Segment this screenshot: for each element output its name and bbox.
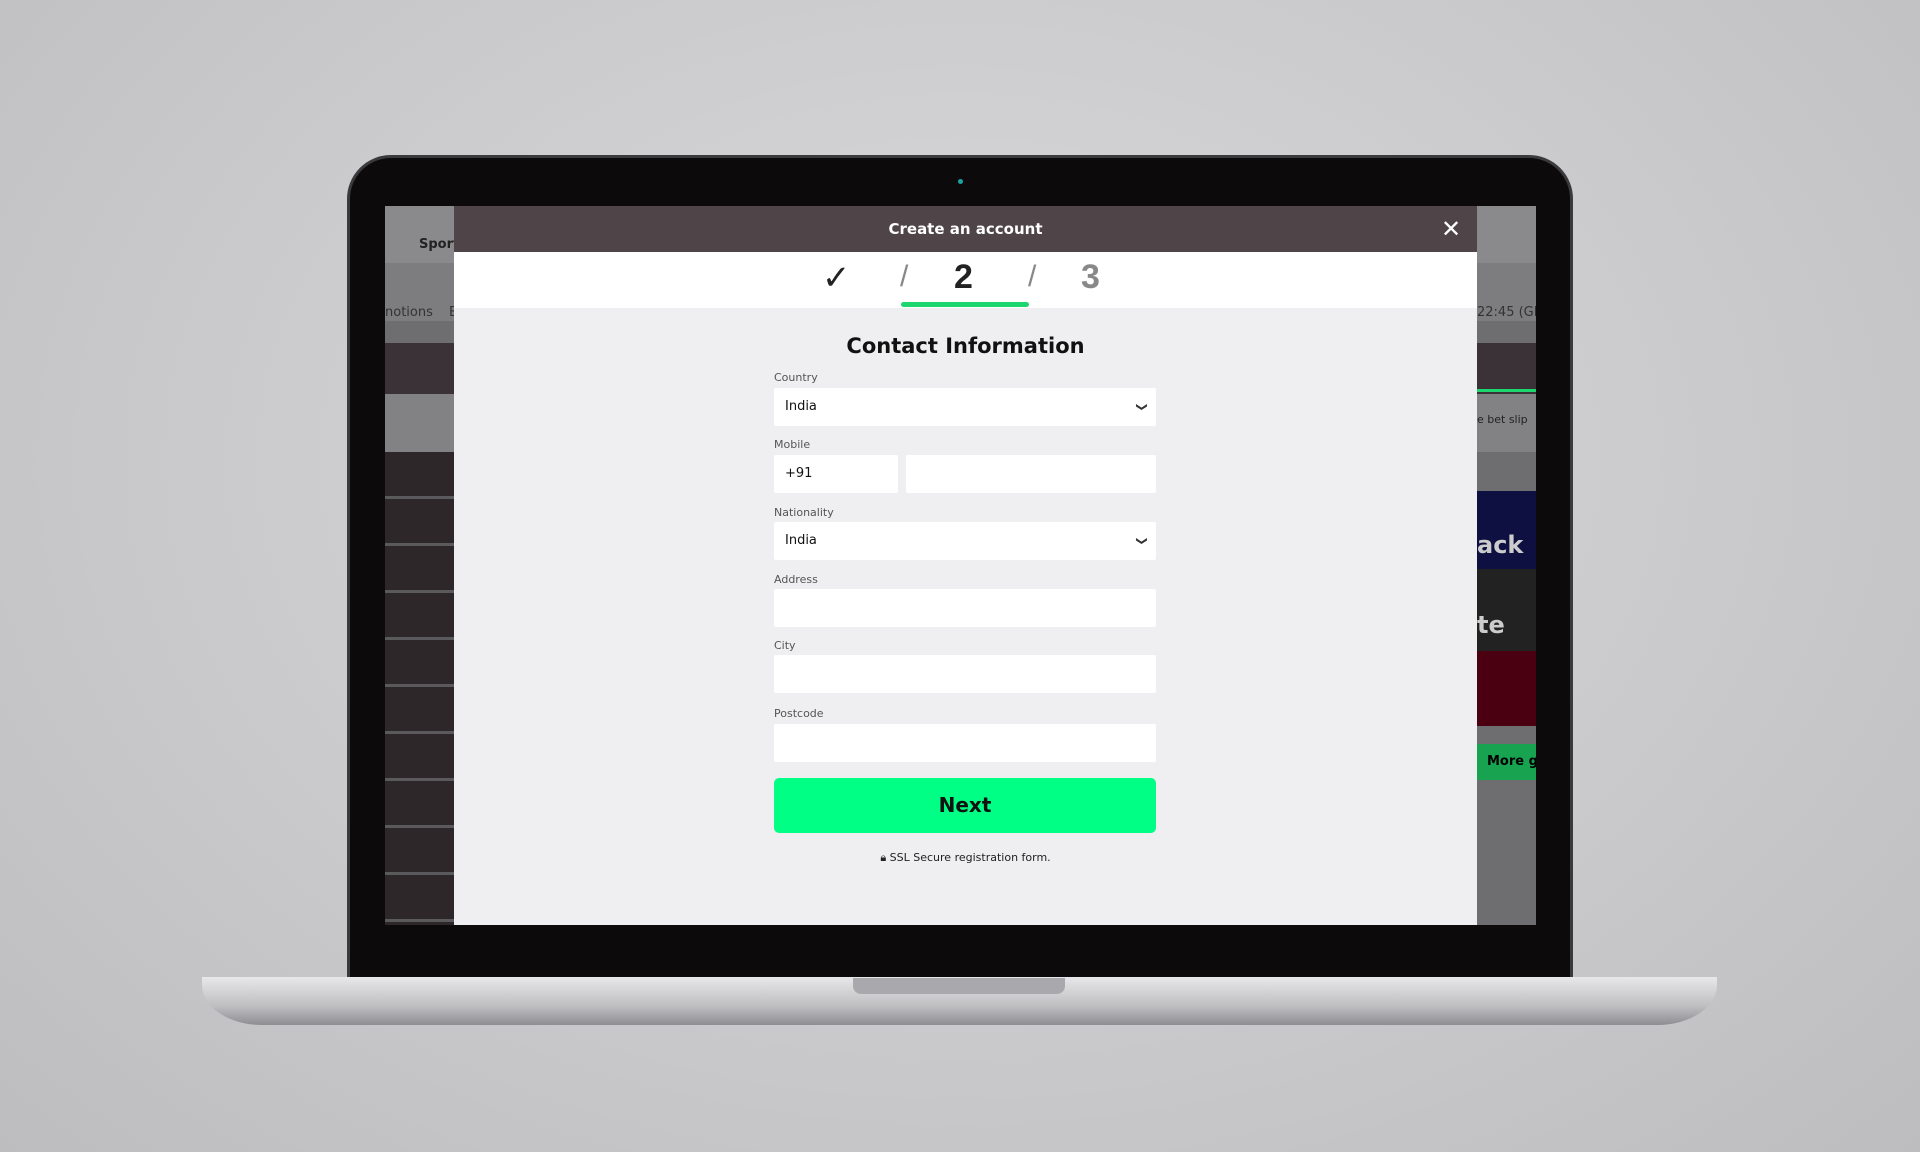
modal-title: Create an account [888, 220, 1043, 238]
site-banner-text-2: te [1477, 611, 1505, 639]
step-1-check-icon: ✓ [822, 259, 851, 297]
site-tab-indicator [1477, 389, 1536, 392]
site-banner-red[interactable] [1477, 651, 1536, 726]
step-separator: / [1028, 260, 1037, 293]
mobile-code-field[interactable]: +91 [774, 455, 898, 493]
site-bet-slip: e bet slip [1477, 413, 1528, 426]
postcode-label: Postcode [774, 707, 824, 720]
nationality-value: India [785, 533, 817, 548]
step-2: 2 [954, 258, 973, 296]
nationality-select[interactable]: India ❯ [774, 522, 1156, 560]
step-separator: / [900, 260, 909, 293]
section-title: Contact Information [846, 334, 1085, 358]
active-step-underline [901, 302, 1029, 307]
chevron-down-icon: ❯ [1135, 402, 1149, 412]
mobile-label: Mobile [774, 438, 811, 451]
close-icon[interactable]: ✕ [1437, 215, 1465, 243]
site-banner-text-1: ack [1477, 531, 1524, 559]
step-3: 3 [1081, 258, 1100, 296]
country-select[interactable]: India ❯ [774, 388, 1156, 426]
address-label: Address [774, 573, 818, 586]
create-account-modal: Create an account ✕ ✓ / 2 / 3 Contact In… [454, 206, 1477, 925]
city-input[interactable] [774, 655, 1156, 693]
site-more-button[interactable]: More g [1477, 744, 1536, 780]
country-value: India [785, 399, 817, 414]
modal-header: Create an account ✕ [454, 206, 1477, 252]
step-indicator: ✓ / 2 / 3 [454, 252, 1477, 308]
chevron-down-icon: ❯ [1135, 536, 1149, 546]
address-input[interactable] [774, 589, 1156, 627]
postcode-input[interactable] [774, 724, 1156, 762]
next-button[interactable]: Next [774, 778, 1156, 833]
lock-icon: 🔒︎ [880, 851, 890, 864]
mobile-number-input[interactable] [906, 455, 1156, 493]
site-left-list [385, 452, 455, 925]
ssl-text: SSL Secure registration form. [889, 851, 1051, 864]
site-clock: 22:45 (GMT [1477, 305, 1536, 320]
webcam-icon [958, 179, 963, 184]
nationality-label: Nationality [774, 506, 834, 519]
ssl-notice: 🔒︎ SSL Secure registration form. [454, 851, 1477, 865]
site-nav-promotions[interactable]: notions [385, 305, 433, 320]
laptop-notch [853, 978, 1065, 994]
city-label: City [774, 639, 796, 652]
country-label: Country [774, 371, 818, 384]
